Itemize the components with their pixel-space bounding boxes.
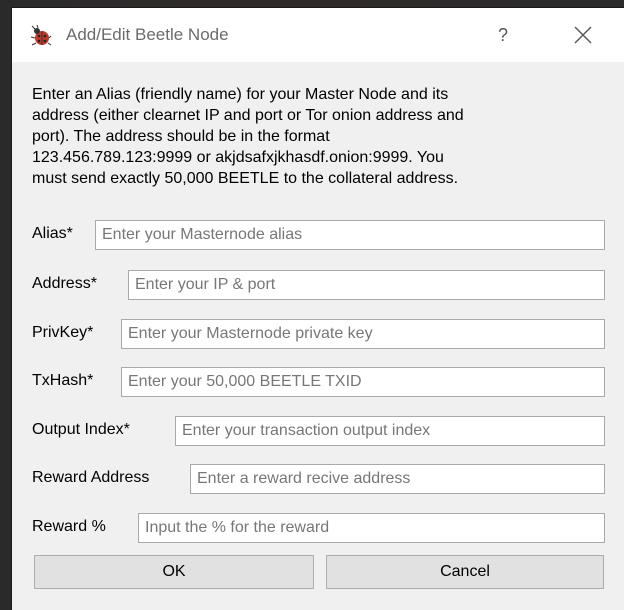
address-label: Address* xyxy=(32,275,97,292)
help-button[interactable]: ? xyxy=(488,20,518,50)
reward-percent-label: Reward % xyxy=(32,518,106,535)
reward-address-row: Reward Address xyxy=(32,464,612,496)
beetle-icon xyxy=(30,25,52,46)
privkey-input[interactable] xyxy=(121,319,605,349)
output-index-input[interactable] xyxy=(175,416,605,446)
txhash-input[interactable] xyxy=(121,367,605,397)
txhash-label: TxHash* xyxy=(32,372,94,389)
cancel-button[interactable]: Cancel xyxy=(326,555,604,589)
alias-label: Alias* xyxy=(32,225,73,242)
alias-input[interactable] xyxy=(95,220,605,250)
description-line: must send exactly 50,000 BEETLE to the c… xyxy=(32,170,459,187)
description-line: Enter an Alias (friendly name) for your … xyxy=(32,86,449,103)
description-line: 123.456.789.123:9999 or akjdsafxjkhasdf.… xyxy=(32,149,444,166)
description-line: address (either clearnet IP and port or … xyxy=(32,107,464,124)
reward-percent-row: Reward % xyxy=(32,513,612,545)
reward-percent-input[interactable] xyxy=(138,513,605,543)
alias-row: Alias* xyxy=(32,220,612,252)
description-text: Enter an Alias (friendly name) for your … xyxy=(32,84,612,189)
reward-address-input[interactable] xyxy=(190,464,605,494)
ok-button[interactable]: OK xyxy=(34,555,314,589)
address-input[interactable] xyxy=(128,270,605,300)
description-line: port). The address should be in the form… xyxy=(32,128,330,145)
close-icon[interactable] xyxy=(568,20,598,50)
reward-address-label: Reward Address xyxy=(32,469,150,486)
address-row: Address* xyxy=(32,270,612,302)
output-index-label: Output Index* xyxy=(32,421,130,438)
window-title: Add/Edit Beetle Node xyxy=(66,25,229,44)
title-bar[interactable]: Add/Edit Beetle Node ? xyxy=(12,8,624,62)
output-index-row: Output Index* xyxy=(32,416,612,448)
txhash-row: TxHash* xyxy=(32,367,612,399)
add-edit-node-dialog: Add/Edit Beetle Node ? Enter an Alias (f… xyxy=(12,8,624,610)
privkey-row: PrivKey* xyxy=(32,319,612,351)
privkey-label: PrivKey* xyxy=(32,324,94,341)
